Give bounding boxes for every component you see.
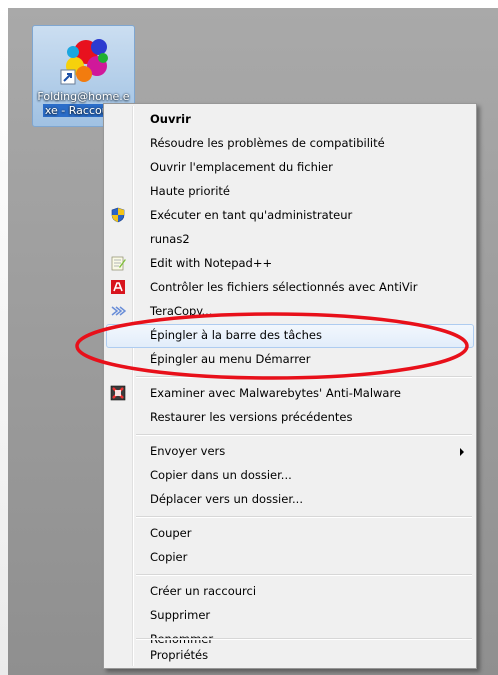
menu-item-label: Ouvrir l'emplacement du fichier (150, 160, 333, 174)
menu-item-label: Ouvrir (150, 112, 191, 126)
menu-item-label: Déplacer vers un dossier... (150, 492, 303, 506)
menu-item-run-as-administrator[interactable]: Exécuter en tant qu'administrateur (106, 204, 474, 228)
caption-line-1: Folding@home.e (37, 90, 130, 103)
menu-item-label: Envoyer vers (150, 444, 226, 458)
menu-item-delete[interactable]: Supprimer (106, 604, 474, 628)
menu-item-create-shortcut[interactable]: Créer un raccourci (106, 580, 474, 604)
menu-item-label: Haute priorité (150, 184, 230, 198)
menu-separator (136, 516, 472, 518)
menu-item-open-file-location[interactable]: Ouvrir l'emplacement du fichier (106, 156, 474, 180)
menu-item-label: Copier (150, 550, 188, 564)
menu-item-label: Résoudre les problèmes de compatibilité (150, 136, 385, 150)
menu-item-label: TeraCopy... (150, 304, 213, 318)
menu-item-label: Épingler à la barre des tâches (150, 328, 322, 342)
shield-icon (111, 207, 125, 223)
menu-item-label: Couper (150, 526, 192, 540)
notepad-plus-plus-icon (111, 256, 126, 271)
menu-item-pin-to-start-menu[interactable]: Épingler au menu Démarrer (106, 348, 474, 372)
menu-item-label: Copier dans un dossier... (150, 468, 292, 482)
menu-item-properties[interactable]: Propriétés (106, 644, 474, 668)
menu-item-scan-with-antivir[interactable]: Contrôler les fichiers sélectionnés avec… (106, 276, 474, 300)
menu-item-label: Supprimer (150, 608, 211, 622)
teracopy-icon (111, 306, 126, 316)
antivir-umbrella-icon (111, 280, 125, 294)
menu-item-runas2[interactable]: runas2 (106, 228, 474, 252)
menu-item-move-to-folder[interactable]: Déplacer vers un dossier... (106, 488, 474, 512)
menu-item-open[interactable]: Ouvrir (106, 108, 474, 132)
menu-item-label: Contrôler les fichiers sélectionnés avec… (150, 280, 418, 294)
menu-item-label: Propriétés (150, 648, 209, 662)
menu-item-label: Exécuter en tant qu'administrateur (150, 208, 353, 222)
menu-item-send-to[interactable]: Envoyer vers (106, 440, 474, 464)
menu-item-scan-with-malwarebytes[interactable]: Examiner avec Malwarebytes' Anti-Malware (106, 382, 474, 406)
menu-item-copy[interactable]: Copier (106, 546, 474, 570)
menu-item-pin-to-taskbar[interactable]: Épingler à la barre des tâches (106, 324, 474, 348)
menu-item-label: Edit with Notepad++ (150, 256, 273, 270)
menu-item-label: Épingler au menu Démarrer (150, 352, 311, 366)
menu-item-troubleshoot-compatibility[interactable]: Résoudre les problèmes de compatibilité (106, 132, 474, 156)
menu-separator (136, 638, 472, 640)
menu-item-label: runas2 (150, 232, 190, 246)
chevron-right-icon (460, 448, 464, 456)
menu-item-cut[interactable]: Couper (106, 522, 474, 546)
menu-item-restore-previous-versions[interactable]: Restaurer les versions précédentes (106, 406, 474, 430)
menu-item-teracopy[interactable]: TeraCopy... (106, 300, 474, 324)
menu-item-high-priority[interactable]: Haute priorité (106, 180, 474, 204)
menu-item-label: Créer un raccourci (150, 584, 257, 598)
context-menu: Ouvrir Résoudre les problèmes de compati… (103, 103, 477, 669)
menu-separator (136, 434, 472, 436)
menu-item-copy-to-folder[interactable]: Copier dans un dossier... (106, 464, 474, 488)
menu-separator (136, 574, 472, 576)
menu-item-label: Restaurer les versions précédentes (150, 410, 353, 424)
menu-item-edit-with-notepad[interactable]: Edit with Notepad++ (106, 252, 474, 276)
menu-separator (136, 376, 472, 378)
menu-item-label: Examiner avec Malwarebytes' Anti-Malware (150, 386, 402, 400)
malwarebytes-icon (110, 385, 126, 401)
folding-at-home-icon (60, 39, 108, 85)
